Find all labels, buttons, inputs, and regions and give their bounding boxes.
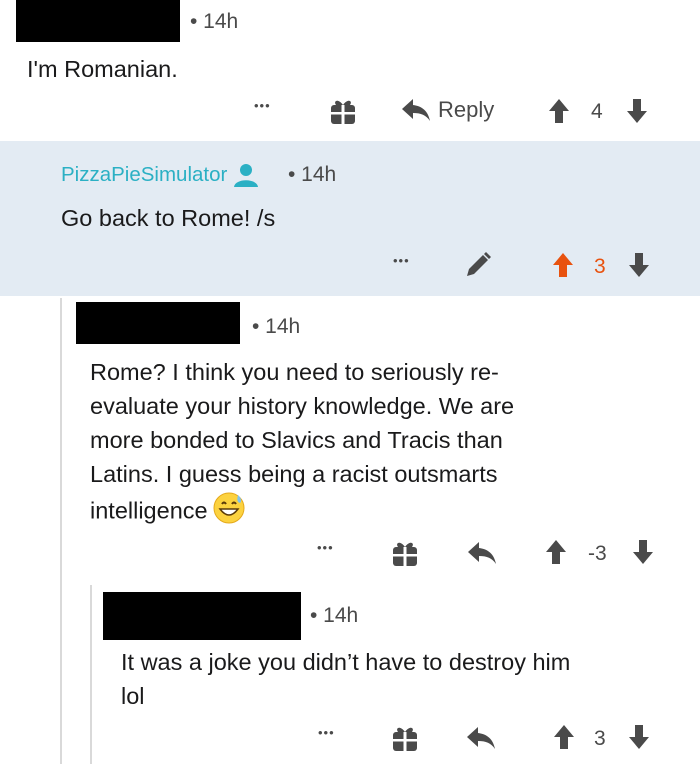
vote-score: -3 bbox=[588, 542, 607, 565]
more-label: ••• bbox=[254, 98, 271, 113]
downvote-button[interactable] bbox=[626, 98, 648, 124]
comment-text: Go back to Rome! /s bbox=[61, 205, 276, 231]
person-icon bbox=[233, 163, 259, 187]
more-options-button[interactable]: ••• bbox=[317, 540, 334, 555]
vote-score: 3 bbox=[594, 255, 606, 278]
upvote-arrow-icon bbox=[545, 539, 567, 565]
more-options-button[interactable]: ••• bbox=[318, 725, 335, 740]
comment-line: Latins. I guess being a racist outsmarts bbox=[90, 461, 498, 487]
upvote-button[interactable] bbox=[545, 539, 567, 565]
comment-author[interactable]: PizzaPieSimulator bbox=[61, 163, 259, 187]
gift-icon[interactable] bbox=[390, 723, 420, 753]
downvote-button[interactable] bbox=[628, 724, 650, 750]
more-label: ••• bbox=[317, 540, 334, 555]
reply-button[interactable]: Reply bbox=[400, 97, 494, 123]
username-link[interactable]: PizzaPieSimulator bbox=[61, 163, 227, 187]
upvote-arrow-icon bbox=[548, 98, 570, 124]
redacted-username bbox=[103, 592, 301, 640]
upvote-arrow-icon bbox=[553, 724, 575, 750]
comment-timestamp: • 14h bbox=[190, 10, 239, 33]
reply-arrow-icon[interactable] bbox=[466, 540, 498, 566]
upvote-button[interactable] bbox=[553, 724, 575, 750]
gift-icon[interactable] bbox=[328, 96, 358, 126]
grinning-sweat-emoji-icon bbox=[212, 491, 246, 534]
upvote-button[interactable] bbox=[552, 252, 574, 278]
comment-line: evaluate your history knowledge. We are bbox=[90, 393, 515, 419]
edit-pencil-icon[interactable] bbox=[463, 250, 493, 280]
more-options-button[interactable]: ••• bbox=[254, 98, 271, 113]
downvote-arrow-icon bbox=[632, 539, 654, 565]
comment-text: It was a joke you didn’t have to destroy… bbox=[121, 645, 691, 713]
reply-label: Reply bbox=[438, 97, 495, 122]
downvote-arrow-icon bbox=[628, 252, 650, 278]
comment-timestamp: • 14h bbox=[310, 604, 359, 627]
comment-line: It was a joke you didn’t have to destroy… bbox=[121, 649, 571, 675]
downvote-button[interactable] bbox=[632, 539, 654, 565]
vote-score: 4 bbox=[591, 100, 603, 123]
more-label: ••• bbox=[393, 253, 410, 268]
comment-last-line: intelligence bbox=[90, 491, 680, 534]
vote-score: 3 bbox=[594, 727, 606, 750]
comment-line: lol bbox=[121, 683, 145, 709]
redacted-username bbox=[76, 302, 240, 344]
comment-line: more bonded to Slavics and Tracis than bbox=[90, 427, 503, 453]
comment-text: Rome? I think you need to seriously re- … bbox=[90, 355, 680, 534]
comment-timestamp: • 14h bbox=[252, 315, 301, 338]
reply-arrow-icon bbox=[400, 97, 432, 123]
more-label: ••• bbox=[318, 725, 335, 740]
comment-timestamp: • 14h bbox=[288, 163, 337, 186]
upvote-arrow-icon bbox=[552, 252, 574, 278]
comment-line: intelligence bbox=[90, 497, 208, 524]
upvote-button[interactable] bbox=[548, 98, 570, 124]
thread-line bbox=[60, 298, 62, 764]
downvote-button[interactable] bbox=[628, 252, 650, 278]
comment-text: I'm Romanian. bbox=[27, 56, 178, 82]
thread-line bbox=[90, 585, 92, 764]
more-options-button[interactable]: ••• bbox=[393, 253, 410, 268]
comment-line: Rome? I think you need to seriously re- bbox=[90, 359, 499, 385]
redacted-username bbox=[16, 0, 180, 42]
reply-arrow-icon[interactable] bbox=[465, 725, 497, 751]
downvote-arrow-icon bbox=[628, 724, 650, 750]
gift-icon[interactable] bbox=[390, 538, 420, 568]
downvote-arrow-icon bbox=[626, 98, 648, 124]
